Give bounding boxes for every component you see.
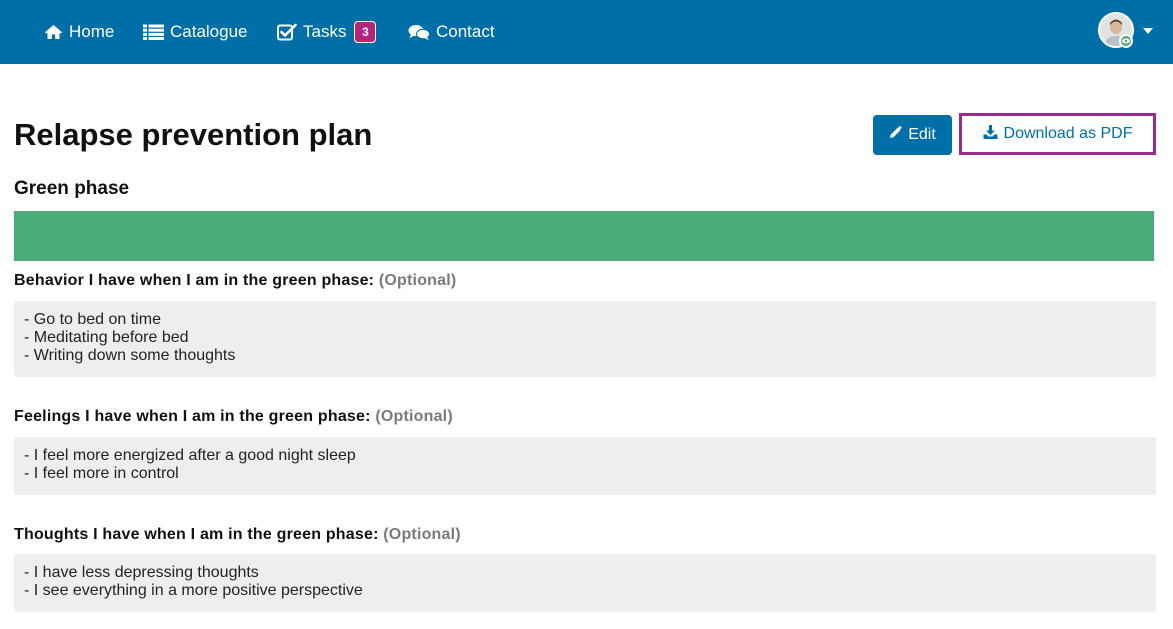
optional-tag: (Optional)	[383, 526, 461, 543]
list-item: - I feel more energized after a good nig…	[24, 447, 356, 464]
optional-tag: (Optional)	[375, 408, 453, 425]
edit-button-label: Edit	[908, 126, 936, 143]
download-icon	[983, 124, 1004, 144]
nav-catalogue[interactable]: Catalogue	[143, 0, 248, 64]
download-pdf-label: Download as PDF	[1003, 125, 1133, 142]
nav-tasks-label: Tasks	[303, 22, 347, 41]
list-item: - Writing down some thoughts	[24, 347, 236, 364]
top-navbar: Home Catalogue Tasks 3 Contact	[0, 0, 1173, 64]
behavior-label: Behavior I have when I am in the green p…	[14, 271, 456, 291]
download-pdf-button[interactable]: Download as PDF	[959, 113, 1156, 155]
tasks-count-badge: 3	[354, 21, 377, 43]
nav-contact-label: Contact	[436, 22, 495, 41]
list-icon	[143, 24, 170, 40]
phase-title: Green phase	[14, 178, 130, 199]
behavior-value-box: - Go to bed on time - Meditating before …	[14, 301, 1156, 377]
feelings-label-text: Feelings I have when I am in the green p…	[14, 408, 371, 425]
nav-home-label: Home	[69, 22, 115, 41]
pencil-icon	[889, 125, 908, 144]
chevron-down-icon	[1143, 28, 1153, 34]
chat-icon	[408, 24, 436, 41]
behavior-label-text: Behavior I have when I am in the green p…	[14, 272, 375, 289]
feelings-label: Feelings I have when I am in the green p…	[14, 407, 453, 427]
nav-contact[interactable]: Contact	[408, 0, 495, 64]
list-item: - Go to bed on time	[24, 311, 161, 328]
page-title: Relapse prevention plan	[14, 117, 373, 152]
user-menu[interactable]	[1098, 12, 1158, 52]
nav-home[interactable]: Home	[44, 0, 114, 64]
list-item: - I see everything in a more positive pe…	[24, 582, 363, 599]
nav-catalogue-label: Catalogue	[170, 22, 248, 41]
phase-color-bar	[14, 211, 1154, 261]
thoughts-label: Thoughts I have when I am in the green p…	[14, 525, 461, 545]
thoughts-value-box: - I have less depressing thoughts - I se…	[14, 554, 1156, 612]
list-item: - I feel more in control	[24, 465, 179, 482]
eye-icon	[1119, 34, 1133, 48]
home-icon	[44, 24, 69, 40]
thoughts-label-text: Thoughts I have when I am in the green p…	[14, 526, 379, 543]
optional-tag: (Optional)	[378, 272, 457, 289]
nav-tasks[interactable]: Tasks 3	[277, 0, 377, 64]
checkbox-icon	[277, 23, 303, 41]
list-item: - Meditating before bed	[24, 329, 189, 346]
list-item: - I have less depressing thoughts	[24, 564, 259, 581]
feelings-value-box: - I feel more energized after a good nig…	[14, 437, 1156, 495]
edit-button[interactable]: Edit	[873, 115, 952, 155]
